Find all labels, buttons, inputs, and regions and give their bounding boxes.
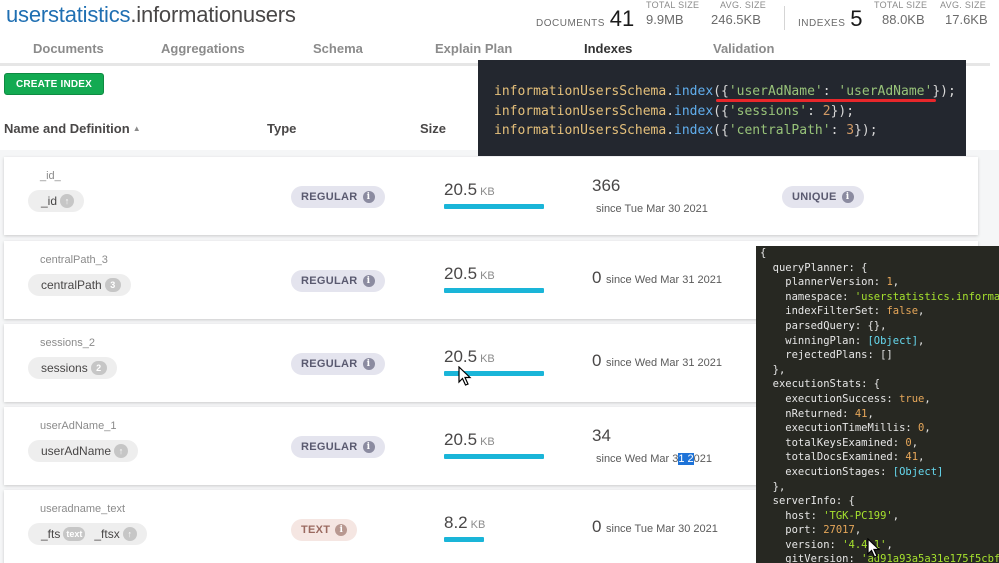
indexes-avg-size: 17.6KB: [945, 12, 988, 27]
sort-ascending-icon: ▲: [132, 124, 141, 133]
index-field-pill: _id ↑: [28, 190, 85, 212]
red-underline-annotation: [716, 99, 936, 102]
arrow-up-icon: ↑: [122, 527, 137, 541]
usage-count: 0: [592, 517, 602, 536]
collection-header: userstatistics.informationusers DOCUMENT…: [6, 0, 988, 31]
mouse-pointer-icon: [867, 538, 881, 558]
info-icon[interactable]: i: [335, 524, 348, 536]
size-bar: [444, 288, 544, 293]
tab-explain-plan[interactable]: Explain Plan: [435, 41, 512, 56]
index-direction-badge: text: [63, 527, 86, 541]
usage-count: 34: [592, 426, 611, 445]
index-type-badge: REGULAR i: [291, 186, 385, 208]
index-type-badge: REGULAR i: [291, 436, 385, 458]
database-name[interactable]: userstatistics: [6, 2, 131, 27]
index-field-pill: _fts text _ftsx ↑: [28, 523, 147, 545]
size-bar: [444, 537, 484, 542]
index-name: centralPath_3: [40, 254, 108, 266]
usage-count: 366: [592, 176, 621, 195]
info-icon[interactable]: i: [362, 275, 375, 287]
create-index-button[interactable]: CREATE INDEX: [4, 73, 104, 95]
code-line: informationUsersSchema.index({'centralPa…: [494, 123, 878, 138]
usage-since: since Wed Mar 31 2021: [606, 274, 722, 286]
arrow-up-icon: ↑: [114, 444, 129, 458]
documents-total-size: 9.9MB: [646, 12, 684, 27]
tab-schema[interactable]: Schema: [313, 41, 363, 56]
arrow-up-icon: ↑: [60, 194, 75, 208]
column-header-name[interactable]: Name and Definition ▲: [4, 121, 141, 136]
code-line: informationUsersSchema.index({'sessions'…: [494, 103, 855, 119]
index-direction-badge: 3: [104, 278, 121, 292]
column-header-type[interactable]: Type: [267, 121, 296, 136]
index-row: _id_ _id ↑ REGULAR i 20.5 KB 366 since Tu…: [4, 157, 978, 235]
header-divider: [784, 6, 785, 30]
tab-indexes[interactable]: Indexes: [584, 41, 632, 56]
size-bar: [444, 204, 544, 209]
index-name: useradname_text: [40, 503, 125, 515]
tab-aggregations[interactable]: Aggregations: [161, 41, 245, 56]
index-field-pill: userAdName ↑: [28, 440, 139, 462]
index-type-badge: REGULAR i: [291, 353, 385, 375]
index-field-pill: centralPath 3: [28, 274, 131, 296]
index-size: 20.5 KB: [444, 430, 495, 449]
usage-since: since Wed Mar 31 2021: [596, 453, 712, 465]
indexes-total-size: 88.0KB: [882, 12, 925, 27]
index-property-badge: UNIQUE i: [782, 186, 864, 208]
text-selection: 1 2: [678, 453, 694, 465]
info-icon[interactable]: i: [362, 441, 375, 453]
column-header-size[interactable]: Size: [420, 121, 446, 136]
index-name: _id_: [40, 170, 61, 182]
usage-count: 0: [592, 268, 602, 287]
index-name: userAdName_1: [40, 420, 117, 432]
schema-code-snippet: informationUsersSchema.index({'userAdNam…: [478, 60, 966, 156]
usage-since: since Tue Mar 30 2021: [606, 523, 718, 535]
index-type-badge: REGULAR i: [291, 270, 385, 292]
size-bar: [444, 454, 544, 459]
usage-since: since Wed Mar 31 2021: [606, 357, 722, 369]
mouse-pointer-icon: [458, 366, 472, 386]
index-size: 20.5 KB: [444, 180, 495, 199]
tab-documents[interactable]: Documents: [33, 41, 104, 56]
usage-since: since Tue Mar 30 2021: [596, 203, 708, 215]
namespace-title: userstatistics.informationusers: [6, 2, 296, 27]
info-icon[interactable]: i: [841, 191, 854, 203]
info-icon[interactable]: i: [362, 191, 375, 203]
documents-stat: DOCUMENTS 41: [536, 6, 635, 31]
indexes-stat: INDEXES 5: [798, 6, 863, 31]
collection-name: informationusers: [136, 2, 296, 27]
tab-validation[interactable]: Validation: [713, 41, 774, 56]
index-direction-badge: 2: [90, 361, 107, 375]
index-size: 8.2 KB: [444, 513, 486, 532]
info-icon[interactable]: i: [362, 358, 375, 370]
index-field-pill: sessions 2: [28, 357, 117, 379]
documents-avg-size: 246.5KB: [711, 12, 761, 27]
explain-output-console: { queryPlanner: { plannerVersion: 1, nam…: [756, 246, 999, 563]
index-name: sessions_2: [40, 337, 96, 349]
index-type-badge: TEXT i: [291, 519, 358, 541]
usage-count: 0: [592, 351, 602, 370]
index-size: 20.5 KB: [444, 264, 495, 283]
index-size: 20.5 KB: [444, 347, 495, 366]
